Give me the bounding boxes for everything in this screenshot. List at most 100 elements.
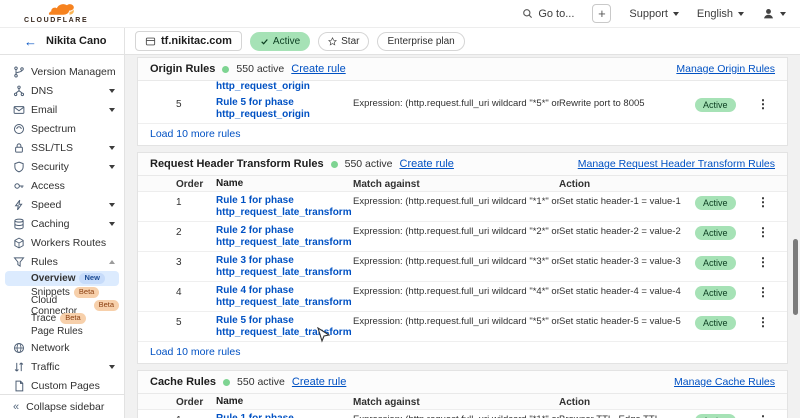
sidebar-item-dns[interactable]: DNS	[0, 81, 124, 100]
rule-name-link[interactable]: http_request_origin	[216, 81, 353, 94]
account-menu[interactable]	[762, 7, 786, 20]
rule-name-link[interactable]: Rule 5 for phase http_request_origin	[216, 97, 353, 121]
sidebar-item-network[interactable]: Network	[0, 338, 124, 357]
rule-action: Set static header-4 = value-4	[559, 285, 695, 297]
language-menu[interactable]: English	[697, 8, 744, 20]
route-icon	[13, 237, 25, 249]
chevron-down-icon	[109, 108, 115, 112]
sidebar-item-spectrum[interactable]: Spectrum	[0, 119, 124, 138]
zone-selector[interactable]: tf.nikitac.com	[135, 31, 242, 51]
add-site-button[interactable]: +	[592, 4, 611, 23]
sidebar-item-label: Version Management	[31, 66, 115, 78]
create-rule-link[interactable]: Create rule	[400, 158, 454, 170]
branch-icon	[13, 66, 25, 78]
sidebar-item-version-management[interactable]: Version Management	[0, 62, 124, 81]
kebab-menu-icon[interactable]: ⋮	[751, 315, 769, 329]
rule-match: Expression: (http.request.full_uri wildc…	[353, 225, 559, 237]
status-badge: Active	[695, 226, 736, 240]
manage-cache-rules-link[interactable]: Manage Cache Rules	[674, 376, 775, 388]
rule-name-link[interactable]: Rule 3 for phase http_request_late_trans…	[216, 255, 353, 279]
create-rule-link[interactable]: Create rule	[291, 63, 345, 75]
rule-action: Set static header-3 = value-3	[559, 255, 695, 267]
sidebar-item-rules-overview[interactable]: Overview New	[5, 271, 119, 286]
search-icon	[522, 8, 533, 19]
origin-rules-card: Origin Rules 550 active Create rule Mana…	[137, 57, 788, 146]
section-title: Cache Rules	[150, 376, 216, 388]
sidebar-item-speed[interactable]: Speed	[0, 195, 124, 214]
lock-icon	[13, 142, 25, 154]
sidebar-item-ssl-tls[interactable]: SSL/TLS	[0, 138, 124, 157]
rule-name-link[interactable]: Rule 1 for phase http_request_cache_sett…	[216, 413, 353, 418]
bolt-icon	[13, 199, 25, 211]
sidebar-item-rules-cloud-connector[interactable]: Cloud Connector Beta	[5, 299, 119, 312]
beta-badge: Beta	[60, 313, 85, 323]
kebab-menu-icon[interactable]: ⋮	[751, 285, 769, 299]
star-button[interactable]: Star	[318, 32, 369, 51]
sidebar-item-rules-trace[interactable]: Trace Beta	[5, 312, 119, 325]
sidebar-item-security[interactable]: Security	[0, 157, 124, 176]
status-badge: Active	[695, 316, 736, 330]
language-label: English	[697, 8, 733, 20]
table-row: 5 Rule 5 for phase http_request_late_tra…	[138, 312, 787, 342]
back-arrow-icon[interactable]: ←	[24, 34, 37, 49]
status-badge: Active	[695, 98, 736, 112]
vertical-scrollbar[interactable]	[793, 239, 798, 315]
rule-order: 3	[176, 255, 216, 268]
rule-match: Expression: (http.request.full_uri wildc…	[353, 97, 559, 109]
rule-name-link[interactable]: Rule 1 for phase http_request_late_trans…	[216, 195, 353, 219]
rule-action: Set static header-2 = value-2	[559, 225, 695, 237]
table-row: 5 Rule 5 for phase http_request_origin E…	[138, 94, 787, 124]
origin-rules-header: Origin Rules 550 active Create rule Mana…	[138, 58, 787, 81]
go-to-search[interactable]: Go to...	[522, 8, 574, 20]
sidebar-item-label: Custom Pages	[31, 380, 115, 392]
table-row: 3 Rule 3 for phase http_request_late_tra…	[138, 252, 787, 282]
sidebar-item-custom-pages[interactable]: Custom Pages	[0, 376, 124, 395]
spectrum-icon	[13, 123, 25, 135]
load-more-rules-link[interactable]: Load 10 more rules	[150, 128, 240, 140]
sidebar-item-label: DNS	[31, 85, 103, 97]
section-title: Request Header Transform Rules	[150, 158, 324, 170]
plus-icon: +	[598, 6, 606, 21]
manage-origin-rules-link[interactable]: Manage Origin Rules	[676, 63, 775, 75]
database-icon	[13, 218, 25, 230]
sidebar-item-caching[interactable]: Caching	[0, 214, 124, 233]
rule-name-link[interactable]: Rule 5 for phase http_request_late_trans…	[216, 315, 353, 339]
create-rule-link[interactable]: Create rule	[292, 376, 346, 388]
rule-match: Expression: (http.request.full_uri wildc…	[353, 255, 559, 267]
chevron-down-icon	[738, 12, 744, 16]
kebab-menu-icon[interactable]: ⋮	[751, 97, 769, 111]
rule-name-link[interactable]: Rule 4 for phase http_request_late_trans…	[216, 285, 353, 309]
sidebar-item-access[interactable]: Access	[0, 176, 124, 195]
support-menu[interactable]: Support	[629, 8, 679, 20]
sidebar-item-label: Security	[31, 161, 103, 173]
sidebar-item-label: Workers Routes	[31, 237, 115, 249]
request-header-transform-rules-card: Request Header Transform Rules 550 activ…	[137, 152, 788, 364]
collapse-sidebar-button[interactable]: « Collapse sidebar	[0, 394, 124, 418]
sidebar-item-traffic[interactable]: Traffic	[0, 357, 124, 376]
kebab-menu-icon[interactable]: ⋮	[751, 255, 769, 269]
sidebar-item-rules[interactable]: Rules	[0, 252, 124, 271]
kebab-menu-icon[interactable]: ⋮	[751, 413, 769, 418]
rule-name-link[interactable]: Rule 2 for phase http_request_late_trans…	[216, 225, 353, 249]
cloudflare-logo[interactable]: CLOUDFLARE	[24, 4, 88, 24]
zone-status-badge: Active	[250, 32, 310, 51]
active-count: 550 active	[345, 158, 393, 170]
rule-order: 2	[176, 225, 216, 238]
beta-badge: Beta	[94, 300, 119, 310]
sidebar-item-workers-routes[interactable]: Workers Routes	[0, 233, 124, 252]
sidebar-item-rules-page-rules[interactable]: Page Rules	[5, 325, 119, 338]
globe-icon	[13, 342, 25, 354]
top-navigation-bar: CLOUDFLARE Go to... + Support English	[0, 0, 800, 28]
manage-request-header-transform-rules-link[interactable]: Manage Request Header Transform Rules	[578, 158, 775, 170]
column-match: Match against	[353, 178, 559, 190]
kebab-menu-icon[interactable]: ⋮	[751, 195, 769, 209]
sidebar-item-email[interactable]: Email	[0, 100, 124, 119]
sidebar-item-label: Caching	[31, 218, 103, 230]
collapse-chevrons-icon: «	[13, 401, 19, 413]
kebab-menu-icon[interactable]: ⋮	[751, 225, 769, 239]
key-icon	[13, 180, 25, 192]
status-badge: Active	[695, 256, 736, 270]
load-more-rules-link[interactable]: Load 10 more rules	[150, 346, 240, 358]
rule-match: Expression: (http.request.full_uri wildc…	[353, 413, 559, 418]
dns-icon	[13, 85, 25, 97]
